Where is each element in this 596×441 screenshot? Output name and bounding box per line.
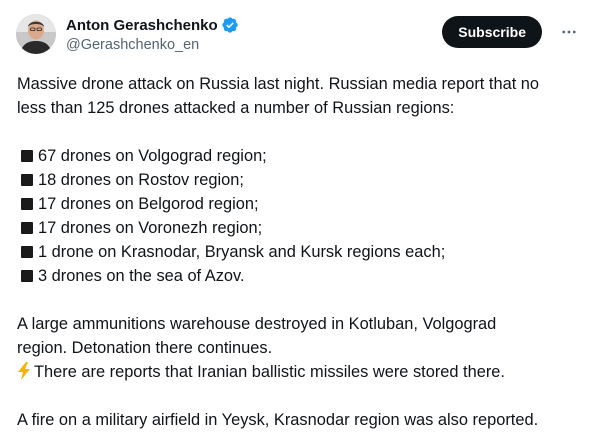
list-item-text: 1 drone on Krasnodar, Bryansk and Kursk … xyxy=(38,243,446,261)
list-item: 3 drones on the sea of Azov. xyxy=(17,264,587,288)
intro-line: less than 125 drones attacked a number o… xyxy=(17,99,455,117)
list-item-text: 17 drones on Belgorod region; xyxy=(38,195,259,213)
warehouse-line: region. Detonation there continues. xyxy=(17,339,273,357)
black-square-icon xyxy=(21,222,33,234)
tweet-text: Massive drone attack on Russia last nigh… xyxy=(17,72,587,441)
intro-paragraph: Massive drone attack on Russia last nigh… xyxy=(17,72,587,120)
drone-list: 67 drones on Volgograd region; 18 drones… xyxy=(17,144,587,288)
warehouse-line: A large ammunitions warehouse destroyed … xyxy=(17,315,497,333)
name-row: Anton Gerashchenko xyxy=(66,15,239,35)
subscribe-button[interactable]: Subscribe xyxy=(442,16,542,48)
black-square-icon xyxy=(21,174,33,186)
more-options-icon[interactable] xyxy=(558,21,580,43)
missiles-line: There are reports that Iranian ballistic… xyxy=(17,360,587,384)
verified-badge-icon[interactable] xyxy=(221,16,239,34)
list-item: 67 drones on Volgograd region; xyxy=(17,144,587,168)
list-item: 17 drones on Voronezh region; xyxy=(17,216,587,240)
airfield-line: A fire on a military airfield in Yeysk, … xyxy=(17,411,539,429)
lightning-bolt-icon xyxy=(17,362,31,380)
avatar[interactable] xyxy=(16,14,56,54)
list-item-text: 3 drones on the sea of Azov. xyxy=(38,267,245,285)
list-item: 1 drone on Krasnodar, Bryansk and Kursk … xyxy=(17,240,587,264)
author-display-name[interactable]: Anton Gerashchenko xyxy=(66,17,218,34)
tweet-header: Anton Gerashchenko @Gerashchenko_en Subs… xyxy=(16,13,580,57)
black-square-icon xyxy=(21,270,33,282)
list-item: 18 drones on Rostov region; xyxy=(17,168,587,192)
list-item-text: 18 drones on Rostov region; xyxy=(38,171,244,189)
black-square-icon xyxy=(21,198,33,210)
black-square-icon xyxy=(21,246,33,258)
intro-line: Massive drone attack on Russia last nigh… xyxy=(17,75,540,93)
tweet-card: Anton Gerashchenko @Gerashchenko_en Subs… xyxy=(0,0,596,441)
missiles-text: There are reports that Iranian ballistic… xyxy=(34,363,505,381)
author-names: Anton Gerashchenko @Gerashchenko_en xyxy=(66,15,239,53)
black-square-icon xyxy=(21,150,33,162)
list-item: 17 drones on Belgorod region; xyxy=(17,192,587,216)
warehouse-paragraph: A large ammunitions warehouse destroyed … xyxy=(17,312,587,384)
airfield-paragraph: A fire on a military airfield in Yeysk, … xyxy=(17,408,587,432)
list-item-text: 17 drones on Voronezh region; xyxy=(38,219,263,237)
list-item-text: 67 drones on Volgograd region; xyxy=(38,147,267,165)
author-handle[interactable]: @Gerashchenko_en xyxy=(66,37,239,53)
